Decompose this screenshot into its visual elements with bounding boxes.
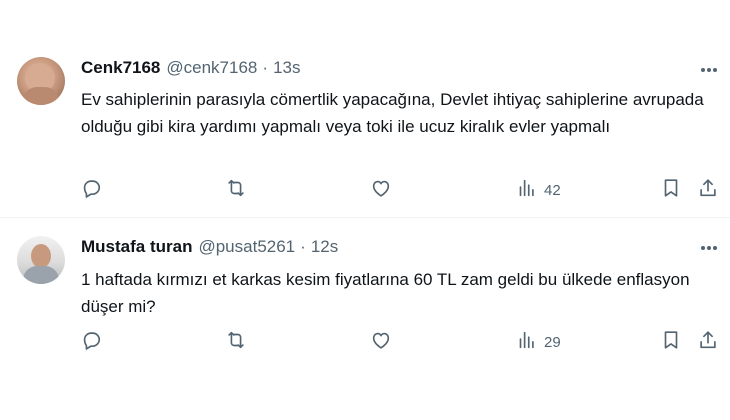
like-icon <box>370 177 392 203</box>
retweet-button[interactable] <box>225 178 247 202</box>
retweet-icon <box>225 177 247 203</box>
separator-dot: · <box>300 237 306 256</box>
tweet-actions: 29 <box>80 330 720 354</box>
avatar-body <box>23 266 59 284</box>
bookmark-icon <box>660 177 682 203</box>
tweet[interactable]: Mustafa turan @pusat5261 · 12s 1 haftada… <box>0 218 730 420</box>
share-icon <box>697 177 719 203</box>
tweet-time[interactable]: 13s <box>273 58 300 78</box>
bookmark-button[interactable] <box>660 330 682 354</box>
display-name[interactable]: Cenk7168 <box>81 58 160 78</box>
reply-button[interactable] <box>80 330 102 354</box>
reply-icon <box>80 329 102 355</box>
views-icon <box>515 329 537 355</box>
reply-button[interactable] <box>80 178 102 202</box>
tweet[interactable]: Cenk7168 @cenk7168 · 13s Ev sahiplerinin… <box>0 0 730 218</box>
avatar-face <box>31 244 51 268</box>
views-icon <box>515 177 537 203</box>
avatar[interactable] <box>17 57 65 105</box>
user-handle[interactable]: @cenk7168 <box>166 58 257 78</box>
bookmark-button[interactable] <box>660 178 682 202</box>
bookmark-icon <box>660 329 682 355</box>
retweet-button[interactable] <box>225 330 247 354</box>
tweet-text: 1 haftada kırmızı et karkas kesim fiyatl… <box>81 270 690 316</box>
views-button[interactable]: 42 <box>515 178 561 202</box>
avatar[interactable] <box>17 236 65 284</box>
tweet-header: Mustafa turan @pusat5261 · 12s <box>81 237 338 259</box>
reply-icon <box>80 177 102 203</box>
like-button[interactable] <box>370 330 392 354</box>
more-icon[interactable] <box>697 238 721 258</box>
like-button[interactable] <box>370 178 392 202</box>
tweet-text: Ev sahiplerinin parasıyla cömertlik yapa… <box>81 90 704 136</box>
views-count: 42 <box>544 181 561 199</box>
tweet-time[interactable]: 12s <box>311 237 338 257</box>
views-button[interactable]: 29 <box>515 330 561 354</box>
share-button[interactable] <box>697 330 719 354</box>
separator-dot: · <box>262 58 269 77</box>
share-icon <box>697 329 719 355</box>
share-button[interactable] <box>697 178 719 202</box>
like-icon <box>370 329 392 355</box>
tweet-actions: 42 <box>80 178 720 202</box>
user-handle[interactable]: @pusat5261 <box>198 237 295 257</box>
tweet-header: Cenk7168 @cenk7168 · 13s <box>81 58 300 80</box>
retweet-icon <box>225 329 247 355</box>
views-count: 29 <box>544 333 561 351</box>
more-icon[interactable] <box>697 60 721 80</box>
avatar-body <box>23 87 59 105</box>
display-name[interactable]: Mustafa turan <box>81 237 192 257</box>
